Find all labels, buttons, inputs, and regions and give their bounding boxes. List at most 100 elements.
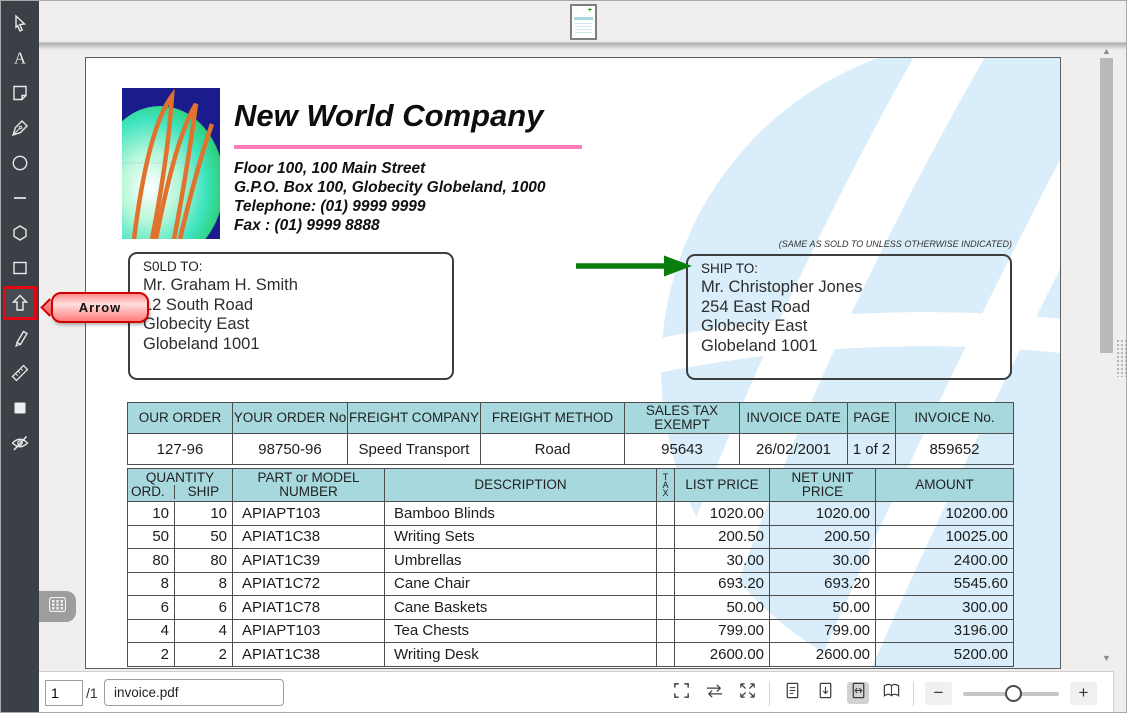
note-tool-button[interactable]	[3, 76, 37, 110]
company-logo	[122, 88, 220, 239]
table-cell: 5545.60	[875, 571, 1015, 596]
thumb-table-bar	[574, 16, 593, 20]
zoom-in-button[interactable]: +	[1070, 681, 1097, 705]
table-cell: 4	[173, 618, 234, 643]
page-count-label: /1	[86, 685, 98, 701]
table-cell: 2	[127, 642, 175, 667]
hide-annotations-tool-button[interactable]	[3, 426, 37, 460]
single-page-view-button[interactable]	[781, 682, 803, 704]
zoom-out-button[interactable]: −	[925, 681, 952, 705]
table-row: 8 8 APIAT1C72 Cane Chair 693.20 693.20 5545.60	[127, 571, 1015, 596]
col-description: DESCRIPTION	[384, 468, 658, 502]
col-invoice-no: INVOICE No.	[895, 402, 1014, 434]
text-tool-button[interactable]: A	[3, 41, 37, 75]
rectangle-tool-button[interactable]	[3, 251, 37, 285]
table-cell: 200.50	[674, 524, 771, 549]
table-cell: 2400.00	[875, 548, 1015, 573]
book-view-button[interactable]	[880, 682, 902, 704]
line-tool-button[interactable]	[3, 181, 37, 215]
fit-width-button[interactable]	[703, 682, 725, 704]
table-cell: Writing Desk	[384, 642, 658, 667]
pink-divider	[234, 145, 582, 149]
expand-button[interactable]	[736, 682, 758, 704]
page-spread-view-button[interactable]	[847, 682, 869, 704]
col-amount: AMOUNT	[875, 468, 1015, 502]
table-cell: 2600.00	[674, 642, 771, 667]
table-cell: 6	[127, 595, 175, 620]
col-list-price: LIST PRICE	[674, 468, 771, 502]
table-row: 2 2 APIAT1C38 Writing Desk 2600.00 2600.00 520…	[127, 642, 1015, 667]
items-body: 10 10 APIAPT103 Bamboo Blinds 1020.00 1020.00…	[127, 501, 1015, 667]
table-cell	[656, 571, 676, 596]
table-cell: 693.20	[769, 571, 877, 596]
document-viewport: New World Company Floor 100, 100 Main St…	[39, 43, 1126, 671]
fit-page-button[interactable]	[670, 682, 692, 704]
table-cell: APIAPT103	[232, 618, 386, 643]
scroll-down-arrow[interactable]: ▼	[1099, 652, 1114, 664]
table-cell: 3196.00	[875, 618, 1015, 643]
tooltip-label: Arrow	[78, 300, 122, 315]
ship-note: (SAME AS SOLD TO UNLESS OTHERWISE INDICA…	[778, 239, 1012, 249]
text-icon: A	[10, 48, 30, 68]
scroll-up-arrow[interactable]: ▲	[1099, 45, 1114, 57]
page-number-input[interactable]	[45, 680, 83, 706]
single-page-icon	[783, 681, 802, 705]
col-freight-company: FREIGHT COMPANY	[347, 402, 481, 434]
filled-rectangle-icon	[10, 398, 30, 418]
page-thumbnail[interactable]: +	[570, 3, 597, 40]
table-cell: 799.00	[769, 618, 877, 643]
table-cell: 10025.00	[875, 524, 1015, 549]
expand-icon	[738, 681, 757, 705]
col-ord: ORD.	[131, 484, 165, 499]
col-page: PAGE	[847, 402, 896, 434]
table-cell: 10	[127, 501, 175, 526]
rectangle-icon	[10, 258, 30, 278]
grid-panel-button[interactable]	[39, 591, 76, 622]
panel-resize-handle[interactable]	[1116, 339, 1126, 377]
fit-page-icon	[672, 681, 691, 705]
table-cell: Tea Chests	[384, 618, 658, 643]
table-cell	[656, 595, 676, 620]
vertical-scroll-view-button[interactable]	[814, 682, 836, 704]
table-row: 50 50 APIAT1C38 Writing Sets 200.50 200.50 100…	[127, 524, 1015, 549]
polygon-tool-button[interactable]	[3, 216, 37, 250]
highlighter-icon	[10, 328, 30, 348]
pen-tool-button[interactable]	[3, 111, 37, 145]
col-invoice-date: INVOICE DATE	[739, 402, 848, 434]
table-cell: 6	[173, 595, 234, 620]
table-cell: 799.00	[674, 618, 771, 643]
zoom-slider[interactable]	[963, 682, 1059, 705]
ruler-tool-button[interactable]	[3, 356, 37, 390]
table-cell: Bamboo Blinds	[384, 501, 658, 526]
sold-to-label: S0LD TO:	[143, 259, 203, 274]
table-cell: 80	[127, 548, 175, 573]
table-cell	[656, 524, 676, 549]
pointer-tool-button[interactable]	[3, 6, 37, 40]
table-cell: Writing Sets	[384, 524, 658, 549]
table-cell: 50	[173, 524, 234, 549]
table-cell: 4	[127, 618, 175, 643]
toolbar-separator	[769, 680, 770, 706]
table-row: 10 10 APIAPT103 Bamboo Blinds 1020.00 1020.00…	[127, 501, 1015, 526]
zoom-slider-knob[interactable]	[1005, 684, 1022, 702]
ship-to-address: Mr. Christopher Jones 254 East Road Glob…	[701, 278, 863, 355]
thumbnail-bar: +	[39, 1, 1126, 43]
topbar-shadow	[39, 43, 1126, 50]
arrow-tool-button[interactable]	[3, 286, 37, 320]
toolbar-separator	[913, 680, 914, 706]
col-net-unit-price: NET UNIT PRICE	[769, 468, 877, 502]
ellipse-tool-button[interactable]	[3, 146, 37, 180]
green-arrow-annotation[interactable]	[566, 254, 696, 278]
scrollbar-thumb[interactable]	[1100, 58, 1113, 353]
table-cell	[656, 642, 676, 667]
polygon-icon	[10, 223, 30, 243]
table-cell: 300.00	[875, 595, 1015, 620]
app-window: A Arrow + New World Company Floor 100, 1…	[0, 0, 1127, 713]
company-address: Floor 100, 100 Main Street G.P.O. Box 10…	[234, 160, 546, 234]
filled-rectangle-tool-button[interactable]	[3, 391, 37, 425]
highlighter-tool-button[interactable]	[3, 321, 37, 355]
annotation-toolbar: A	[1, 1, 39, 712]
filename-input[interactable]	[104, 679, 284, 706]
sold-to-box: S0LD TO: Mr. Graham H. Smith 12 South Ro…	[128, 252, 454, 380]
table-cell	[656, 618, 676, 643]
